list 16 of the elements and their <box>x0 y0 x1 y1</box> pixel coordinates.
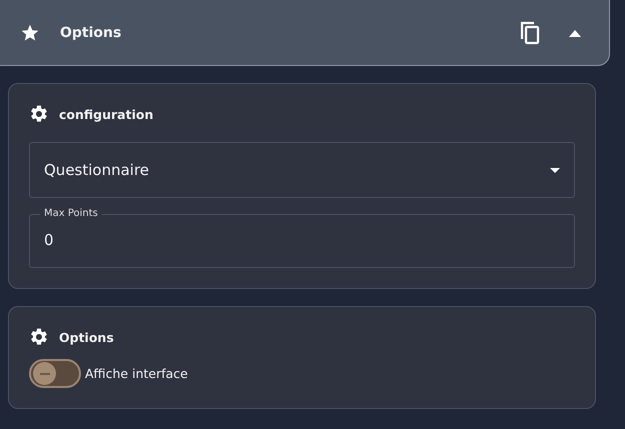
toggle-switch[interactable] <box>29 359 81 388</box>
settings-icon <box>29 327 49 347</box>
field-value[interactable]: 0 <box>44 231 560 249</box>
minus-icon <box>40 372 50 374</box>
toggle-label: Affiche interface <box>85 366 188 381</box>
panel-title: Options <box>60 24 122 40</box>
copy-icon[interactable] <box>519 20 541 44</box>
card-title: configuration <box>59 106 154 122</box>
star-icon <box>20 22 40 42</box>
card-title: Options <box>59 330 114 344</box>
input-field[interactable]: Max Points 0 <box>29 208 575 268</box>
collapse-icon[interactable] <box>569 28 581 36</box>
caret-icon <box>550 168 560 172</box>
select-field[interactable]: Questionnaire <box>29 142 575 198</box>
field-label: Max Points <box>43 208 99 220</box>
settings-icon <box>29 104 49 124</box>
